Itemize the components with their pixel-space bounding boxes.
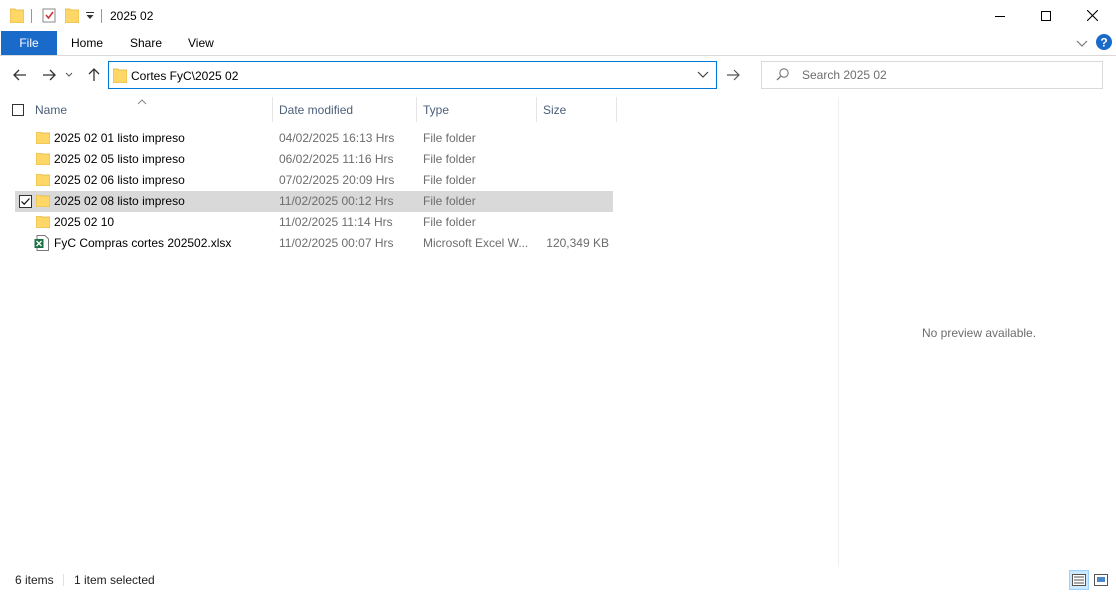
file-row[interactable]: FyC Compras cortes 202502.xlsx 11/02/202…: [15, 233, 613, 254]
new-folder-icon[interactable]: [64, 7, 80, 24]
file-row[interactable]: 2025 02 10 11/02/2025 11:14 Hrs File fol…: [15, 212, 613, 233]
qat-separator: [31, 9, 32, 23]
up-button[interactable]: [83, 66, 105, 84]
status-item-count: 6 items: [15, 573, 54, 587]
column-header-type[interactable]: Type: [423, 102, 449, 122]
file-date: 11/02/2025 00:07 Hrs: [279, 236, 394, 250]
file-date: 04/02/2025 16:13 Hrs: [279, 131, 395, 145]
select-all-checkbox[interactable]: [12, 104, 24, 116]
file-type: File folder: [423, 194, 476, 208]
sort-ascending-icon: [137, 94, 147, 105]
column-divider[interactable]: [416, 97, 417, 122]
file-date: 11/02/2025 00:12 Hrs: [279, 194, 394, 208]
file-date: 06/02/2025 11:16 Hrs: [279, 152, 394, 166]
maximize-button[interactable]: [1023, 0, 1069, 31]
excel-file-icon: [34, 235, 49, 251]
recent-locations-button[interactable]: [62, 66, 76, 84]
file-size: [535, 212, 609, 233]
file-size: 120,349 KB: [546, 236, 609, 250]
column-header-date-modified[interactable]: Date modified: [279, 102, 353, 122]
tab-file[interactable]: File: [1, 31, 57, 55]
forward-button[interactable]: [38, 66, 60, 84]
folder-icon: [35, 152, 51, 166]
file-row[interactable]: 2025 02 06 listo impreso 07/02/2025 20:0…: [15, 170, 613, 191]
file-name: 2025 02 10: [54, 215, 115, 229]
file-name: 2025 02 01 listo impreso: [54, 131, 185, 145]
folder-icon: [9, 7, 25, 24]
file-row[interactable]: 2025 02 01 listo impreso 04/02/2025 16:1…: [15, 128, 613, 149]
details-view-button[interactable]: [1069, 570, 1089, 590]
file-size: [535, 191, 609, 212]
file-size: [535, 128, 609, 149]
column-header-name[interactable]: Name: [35, 102, 67, 122]
title-bar: [0, 0, 1116, 31]
customize-qat-icon[interactable]: [85, 9, 95, 21]
file-row-selected[interactable]: 2025 02 08 listo impreso 11/02/2025 00:1…: [15, 191, 613, 212]
large-icons-view-button[interactable]: [1091, 570, 1111, 590]
tab-share[interactable]: Share: [118, 31, 174, 55]
properties-icon[interactable]: [42, 7, 57, 23]
window-title: 2025 02: [110, 9, 154, 23]
status-selection: 1 item selected: [74, 573, 155, 587]
folder-icon: [35, 131, 51, 145]
tab-view[interactable]: View: [176, 31, 226, 55]
address-dropdown-icon[interactable]: [696, 69, 710, 81]
file-type: Microsoft Excel W...: [423, 236, 529, 250]
close-button[interactable]: [1069, 0, 1115, 31]
folder-icon: [112, 67, 128, 84]
file-size: [535, 170, 609, 191]
file-name: FyC Compras cortes 202502.xlsx: [54, 236, 232, 250]
file-type: File folder: [423, 173, 476, 187]
file-date: 07/02/2025 20:09 Hrs: [279, 173, 395, 187]
column-divider[interactable]: [536, 97, 537, 122]
folder-icon: [35, 215, 51, 229]
help-icon[interactable]: ?: [1096, 34, 1112, 50]
tab-home[interactable]: Home: [59, 31, 115, 55]
minimize-button[interactable]: [977, 0, 1023, 31]
file-type: File folder: [423, 152, 476, 166]
qat-separator: [101, 9, 102, 23]
file-name: 2025 02 05 listo impreso: [54, 152, 185, 166]
back-button[interactable]: [9, 66, 31, 84]
file-type: File folder: [423, 215, 476, 229]
file-type: File folder: [423, 131, 476, 145]
preview-message: No preview available.: [922, 326, 1037, 340]
search-input[interactable]: Search 2025 02: [802, 68, 887, 82]
preview-pane-divider[interactable]: [838, 97, 839, 567]
file-row[interactable]: 2025 02 05 listo impreso 06/02/2025 11:1…: [15, 149, 613, 170]
row-checkbox-checked[interactable]: [19, 195, 32, 208]
chevron-down-icon[interactable]: [1075, 36, 1089, 50]
svg-text:?: ?: [1100, 36, 1107, 50]
file-size: [535, 149, 609, 170]
address-path[interactable]: Cortes FyC\2025 02: [131, 69, 238, 83]
search-icon: [776, 67, 790, 81]
file-name: 2025 02 06 listo impreso: [54, 173, 185, 187]
folder-icon: [35, 173, 51, 187]
column-divider[interactable]: [616, 97, 617, 122]
status-separator: [63, 574, 64, 586]
folder-icon: [35, 194, 51, 208]
go-button[interactable]: [722, 66, 744, 84]
file-name: 2025 02 08 listo impreso: [54, 194, 185, 208]
column-divider[interactable]: [272, 97, 273, 122]
column-header-size[interactable]: Size: [543, 102, 566, 122]
file-date: 11/02/2025 11:14 Hrs: [279, 215, 393, 229]
